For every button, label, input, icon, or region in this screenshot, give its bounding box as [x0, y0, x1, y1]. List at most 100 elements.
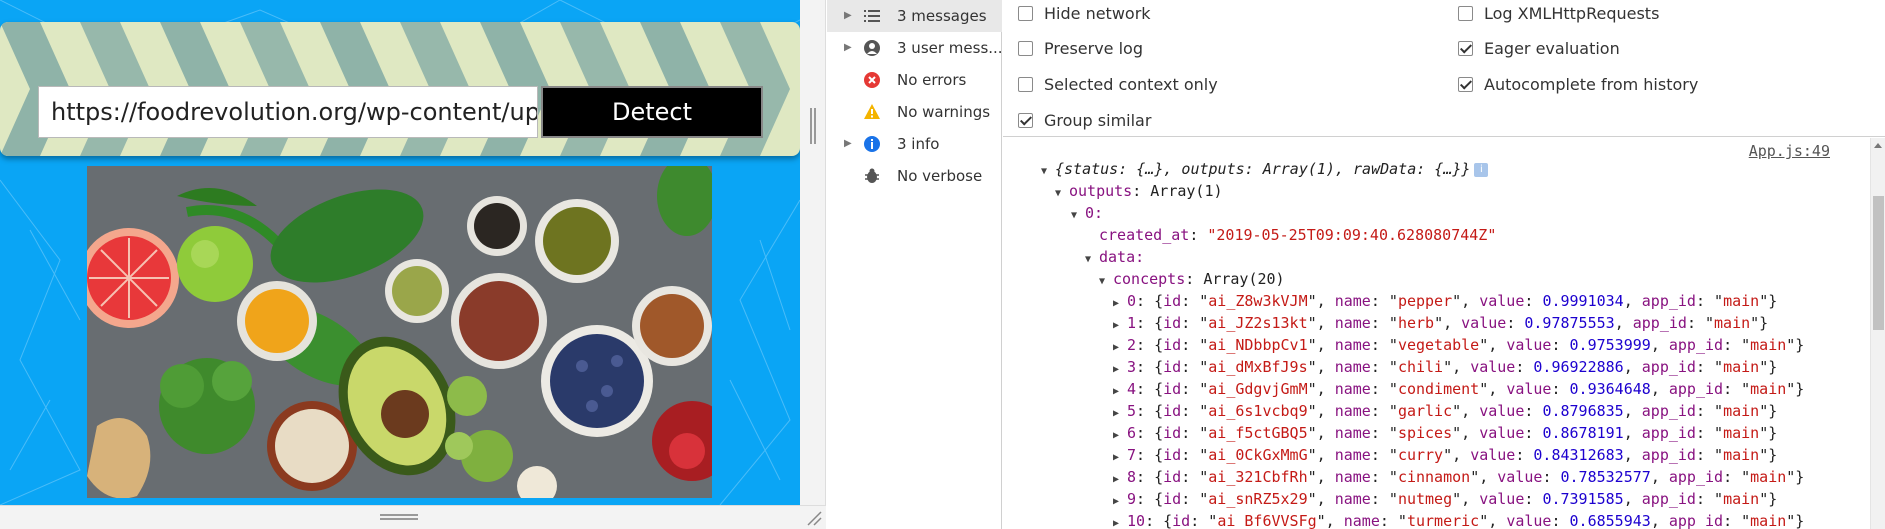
horizontal-drag-handle[interactable]	[380, 514, 418, 520]
setting-label: Log XMLHttpRequests	[1484, 4, 1660, 23]
sidebar-item-label: No verbose	[897, 167, 983, 185]
property-key: outputs	[1069, 182, 1133, 200]
concept-id: ai_snRZ5x29	[1208, 490, 1308, 508]
sidebar-item-user-messages[interactable]: ▶ 3 user mess...	[827, 32, 1002, 64]
property-key: concepts	[1113, 270, 1186, 288]
sidebar-item-warnings[interactable]: No warnings	[827, 96, 1002, 128]
expand-arrow-icon[interactable]: ▶	[1113, 513, 1127, 529]
concept-value: 0.97875553	[1524, 314, 1615, 332]
property-key: 0:	[1085, 204, 1104, 222]
concept-index: 8	[1127, 468, 1137, 486]
detect-bar: https://foodrevolution.org/wp-content/up…	[0, 22, 800, 156]
sidebar-item-label: 3 user mess...	[897, 39, 1002, 57]
checkbox[interactable]	[1018, 77, 1033, 92]
console-sidebar: ▶ 3 messages ▶ 3 user mess... No errors …	[827, 0, 1002, 529]
concept-value: 0.84312683	[1533, 446, 1624, 464]
collapse-arrow-icon[interactable]: ▼	[1099, 271, 1113, 293]
property-key: created_at	[1099, 226, 1190, 244]
concept-app-id: main	[1750, 380, 1787, 398]
sidebar-item-label: 3 info	[897, 135, 940, 153]
list-icon	[864, 10, 880, 22]
concept-index: 1	[1127, 314, 1137, 332]
food-image	[87, 166, 712, 498]
concept-row[interactable]: ▶ 10: {id: "ai_Bf6VVSFg", name: "turmeric…	[1113, 510, 1804, 529]
checkbox-checked[interactable]	[1458, 41, 1473, 56]
concept-index: 10	[1127, 512, 1146, 529]
checkbox-checked[interactable]	[1018, 113, 1033, 128]
concept-app-id: main	[1723, 490, 1760, 508]
collapse-arrow-icon[interactable]: ▼	[1041, 161, 1055, 183]
checkbox[interactable]	[1018, 6, 1033, 21]
warning-icon	[864, 104, 880, 119]
collapse-arrow-icon[interactable]: ▼	[1055, 183, 1069, 205]
concept-value: 0.8678191	[1542, 424, 1624, 442]
bug-icon	[865, 168, 879, 183]
concept-id: ai_dMxBfJ9s	[1208, 358, 1308, 376]
concept-name: condiment	[1397, 380, 1480, 398]
concept-index: 5	[1127, 402, 1137, 420]
scroll-up-arrow-icon[interactable]	[1874, 143, 1882, 148]
detect-button[interactable]: Detect	[541, 86, 763, 138]
setting-label: Selected context only	[1044, 75, 1218, 94]
sidebar-item-label: No warnings	[897, 103, 991, 121]
concept-name: garlic	[1397, 402, 1453, 420]
source-link[interactable]: App.js:49	[1749, 140, 1830, 162]
console-scrollbar[interactable]	[1870, 138, 1885, 529]
error-icon	[864, 72, 880, 88]
concept-index: 0	[1127, 292, 1137, 310]
concept-app-id: main	[1750, 512, 1787, 529]
concept-id: ai_0CkGxMmG	[1208, 446, 1308, 464]
collapse-arrow-icon[interactable]: ▼	[1071, 205, 1085, 227]
image-url-input[interactable]: https://foodrevolution.org/wp-content/up…	[38, 86, 538, 138]
bottom-resize-bar[interactable]	[0, 505, 826, 529]
concept-index: 7	[1127, 446, 1137, 464]
concept-app-id: main	[1723, 358, 1760, 376]
resize-corner-icon[interactable]	[806, 510, 822, 526]
expand-arrow-icon[interactable]: ▶	[844, 128, 852, 160]
concept-index: 2	[1127, 336, 1137, 354]
info-icon	[864, 136, 880, 152]
concept-id: ai_GdgvjGmM	[1208, 380, 1308, 398]
concept-id: ai_NDbbpCv1	[1208, 336, 1308, 354]
concept-name: pepper	[1397, 292, 1453, 310]
expand-arrow-icon[interactable]: ▶	[844, 32, 852, 64]
sidebar-item-label: 3 messages	[897, 7, 987, 25]
pane-resize-divider[interactable]	[800, 0, 826, 505]
collapse-arrow-icon[interactable]: ▼	[1085, 249, 1099, 271]
setting-label: Hide network	[1044, 4, 1151, 23]
expand-arrow-icon[interactable]: ▶	[844, 0, 852, 32]
concept-id: ai_Z8w3kVJM	[1208, 292, 1308, 310]
concept-value: 0.9991034	[1542, 292, 1624, 310]
sidebar-item-messages[interactable]: ▶ 3 messages	[827, 0, 1002, 32]
concept-value: 0.96922886	[1533, 358, 1624, 376]
property-value: "2019-05-25T09:09:40.628080744Z"	[1207, 226, 1497, 244]
property-value: Array(1)	[1150, 182, 1223, 200]
sidebar-item-label: No errors	[897, 71, 967, 89]
scroll-thumb[interactable]	[1873, 196, 1884, 330]
setting-label: Eager evaluation	[1484, 39, 1620, 58]
concept-value: 0.78532577	[1560, 468, 1651, 486]
concept-name: cinnamon	[1397, 468, 1471, 486]
concept-value: 0.7391585	[1542, 490, 1624, 508]
sidebar-item-verbose[interactable]: No verbose	[827, 160, 1002, 192]
concept-value: 0.6855943	[1569, 512, 1651, 529]
user-icon	[864, 40, 880, 56]
checkbox[interactable]	[1458, 6, 1473, 21]
app-pane: https://foodrevolution.org/wp-content/up…	[0, 0, 800, 505]
concept-value: 0.9753999	[1569, 336, 1651, 354]
concept-name: herb	[1397, 314, 1435, 332]
concept-app-id: main	[1723, 424, 1760, 442]
checkbox-checked[interactable]	[1458, 77, 1473, 92]
sidebar-item-errors[interactable]: No errors	[827, 64, 1002, 96]
setting-label: Group similar	[1044, 111, 1152, 130]
checkbox[interactable]	[1018, 41, 1033, 56]
vertical-drag-handle[interactable]	[810, 108, 816, 144]
concept-index: 9	[1127, 490, 1137, 508]
concept-app-id: main	[1723, 402, 1760, 420]
concept-id: ai_Bf6VVSFg	[1217, 512, 1317, 529]
sidebar-item-info[interactable]: ▶ 3 info	[827, 128, 1002, 160]
setting-label: Autocomplete from history	[1484, 75, 1699, 94]
concept-app-id: main	[1723, 446, 1760, 464]
console-output: App.js:49 ▼ {status: {…}, outputs: Array(…	[1003, 138, 1885, 529]
concept-name: turmeric	[1406, 512, 1480, 529]
